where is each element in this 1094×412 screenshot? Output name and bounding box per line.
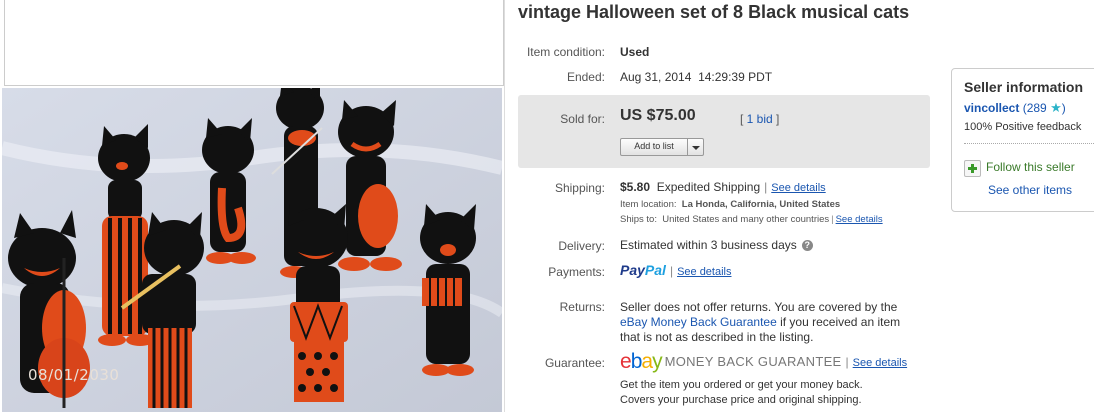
chevron-down-icon [692,146,700,150]
listing-title: vintage Halloween set of 8 Black musical… [518,2,910,22]
see-other-items-link[interactable]: See other items [988,183,1072,197]
shipping-see-details[interactable]: See details [771,182,825,194]
product-photo[interactable] [2,88,502,412]
follow-seller-link[interactable]: Follow this seller [986,160,1075,174]
bid-bracket-close: ] [772,112,780,126]
payments-see-details[interactable]: See details [677,266,731,278]
shipping-method: Expedited Shipping [656,180,761,194]
feedback-score-close: ) [1061,101,1066,115]
paypal-logo-pal: Pal [644,262,666,278]
photo-date-stamp: 08/01/2030 [28,366,120,384]
bid-count: [ 1 bid ] [740,112,779,126]
cat-figure-accordion [420,204,476,376]
item-location-label: Item location: [620,199,677,210]
sold-label: Sold for: [560,112,605,126]
seller-name-row: vincollect (289 ★) [964,100,1066,116]
shipping-label: Shipping: [554,181,605,195]
guarantee-see-details[interactable]: See details [853,357,907,369]
image-panel: 08/01/2030 [0,0,505,412]
ebay-logo-y: y [652,350,662,373]
ebay-logo-a: a [641,350,653,373]
paypal-logo: PayPal [620,262,666,278]
guarantee-label: Guarantee: [544,356,605,370]
returns-line2: eBay Money Back Guarantee if you receive… [620,315,900,330]
feedback-score-open: (289 [1022,101,1051,115]
guarantee-text: Get the item you ordered or get your mon… [620,378,863,408]
ships-to-label: Ships to: [620,214,657,225]
bid-link[interactable]: 1 bid [747,112,773,126]
ended-label: Ended: [566,70,605,84]
money-back-guarantee-badge: MONEY BACK GUARANTEE [664,354,842,369]
guarantee-line2: Covers your purchase price and original … [620,394,862,406]
plus-icon[interactable] [964,160,981,177]
positive-feedback: 100% Positive feedback [964,121,1082,133]
help-icon[interactable]: ? [801,240,813,251]
ended-value: Aug 31, 2014 14:29:39 PDT [620,70,773,84]
seller-name-link[interactable]: vincollect [964,101,1019,115]
guarantee-line1: Get the item you ordered or get your mon… [620,379,863,391]
ships-to-see-details[interactable]: See details [836,214,883,225]
ebay-logo-b: b [630,350,643,373]
paypal-logo-pay: Pay [620,262,645,278]
payments-row: PayPal | See details [620,262,732,278]
ebay-logo-e: e [620,350,632,373]
returns-line1: Seller does not offer returns. You are c… [620,300,898,314]
condition-value: Used [620,45,650,59]
delivery-label: Delivery: [558,239,605,253]
ships-to-row: Ships to: United States and many other c… [620,214,883,225]
sold-price: US $75.00 [620,107,696,124]
item-location-value: La Honda, California, United States [681,199,841,210]
sold-panel [518,95,930,168]
delivery-row: Estimated within 3 business days? [620,238,813,252]
delivery-value: Estimated within 3 business days [620,238,797,252]
ebay-logo: ebay [620,350,663,373]
returns-line3: that is not as described in the listing. [620,330,814,344]
add-to-list-dropdown[interactable] [687,139,703,155]
condition-label: Item condition: [526,45,605,59]
ships-to-value: United States and many other countries [662,214,830,225]
money-back-guarantee-link[interactable]: eBay Money Back Guarantee [620,315,777,329]
guarantee-row: ebay MONEY BACK GUARANTEE | See details [620,350,908,373]
image-frame-top [4,0,504,86]
seller-divider [964,143,1094,144]
payments-label: Payments: [548,265,605,279]
star-icon: ★ [1050,100,1062,115]
seller-info-heading: Seller information [964,79,1084,95]
shipping-row: $5.80 Expedited Shipping | See details [620,180,826,194]
seller-info-panel: Seller information vincollect (289 ★) 10… [951,68,1094,212]
shipping-cost: $5.80 [620,180,651,194]
returns-label: Returns: [559,300,605,314]
item-location-row: Item location: La Honda, California, Uni… [620,199,840,210]
returns-line2-rest: if you received an item [776,315,901,329]
bid-bracket-open: [ [740,112,747,126]
add-to-list-button[interactable]: Add to list [620,138,704,156]
returns-text: Seller does not offer returns. You are c… [620,300,900,345]
add-to-list-label: Add to list [634,141,674,151]
